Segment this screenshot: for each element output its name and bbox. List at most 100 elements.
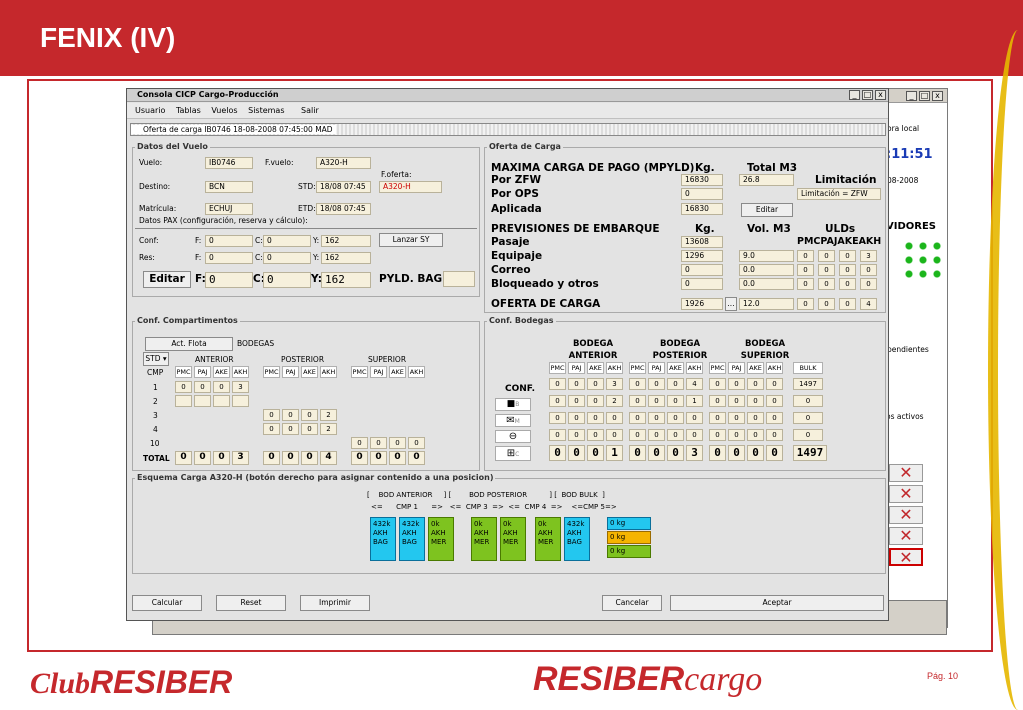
bodega-cell[interactable]: 0 [568,412,585,424]
oferta-detail-button[interactable]: ... [725,297,737,311]
res-f-field[interactable]: 0 [205,252,253,264]
bodega-cell[interactable]: 0 [728,395,745,407]
bodega-cell[interactable]: 0 [747,378,764,390]
bodega-cell[interactable]: 0 [549,412,566,424]
lanzar-sy-button[interactable]: Lanzar SY [379,233,443,247]
bodega-cell[interactable]: 0 [587,395,604,407]
fvuelo-field[interactable]: A320-H [316,157,371,169]
load-position[interactable]: 0k AKH MER [535,517,561,561]
bodega-cell[interactable]: 0 [648,412,665,424]
conf-f-field[interactable]: 0 [205,235,253,247]
act-flota-button[interactable]: Act. Flota [145,337,233,351]
aceptar-button[interactable]: Aceptar [670,595,884,611]
std-select[interactable]: STD ▾ [143,352,169,366]
bodega-cell[interactable]: 0 [667,395,684,407]
load-position[interactable]: 432k AKH BAG [370,517,396,561]
bodega-cell[interactable]: 0 [728,412,745,424]
bodega-cell[interactable]: 0 [629,429,646,441]
maximize-icon[interactable]: □ [919,91,930,101]
menu-salir[interactable]: Salir [301,103,319,119]
bodega-cell[interactable]: 0 [686,412,703,424]
bodega-cell[interactable]: 0 [747,429,764,441]
bodega-cell[interactable]: 1497 [793,378,823,390]
bodega-cell[interactable]: 0 [667,412,684,424]
tab-oferta[interactable]: Oferta de carga IB0746 18-08-2008 07:45:… [130,123,886,136]
bodega-cell[interactable]: 0 [587,378,604,390]
editar-carga-button[interactable]: Editar [741,203,793,217]
destino-field[interactable]: BCN [205,181,253,193]
menu-sistemas[interactable]: Sistemas [248,103,284,119]
bodega-cell[interactable]: 0 [648,395,665,407]
res-c-field[interactable]: 0 [263,252,311,264]
minimize-icon[interactable]: _ [849,90,860,100]
bodega-cell[interactable]: 0 [766,378,783,390]
bodega-cell[interactable]: 0 [793,412,823,424]
delete-icon[interactable]: ✕ [889,464,923,482]
bodega-cell[interactable]: 0 [709,378,726,390]
delete-icon[interactable]: ✕ [889,527,923,545]
matricula-field[interactable]: ECHUJ [205,203,253,215]
etd-field[interactable]: 18/08 07:45 [316,203,371,215]
minimize-icon[interactable]: _ [906,91,917,101]
close-icon[interactable]: x [932,91,943,101]
bulk-slot-3[interactable]: 0 kg [607,545,651,558]
bodega-cell[interactable]: 0 [629,412,646,424]
load-position[interactable]: 0k AKH MER [471,517,497,561]
bodega-cell[interactable]: 1 [686,395,703,407]
menu-usuario[interactable]: Usuario [135,103,165,119]
bodega-cell[interactable]: 0 [709,429,726,441]
bodega-cell[interactable]: 0 [667,429,684,441]
delete-icon[interactable]: ✕ [889,548,923,566]
load-position[interactable]: 0k AKH MER [428,517,454,561]
bodega-cell[interactable]: 0 [606,429,623,441]
bodega-cell[interactable]: 3 [606,378,623,390]
bodega-cell[interactable]: 0 [747,412,764,424]
foferta-field[interactable]: A320-H [379,181,442,193]
bodega-cell[interactable]: 0 [629,395,646,407]
bodega-cell[interactable]: 0 [793,429,823,441]
bodega-cell[interactable]: 0 [793,395,823,407]
cancelar-button[interactable]: Cancelar [602,595,662,611]
vuelo-field[interactable]: IB0746 [205,157,253,169]
bodega-cell[interactable]: 0 [747,395,764,407]
imprimir-button[interactable]: Imprimir [300,595,370,611]
conf-y-field[interactable]: 162 [321,235,371,247]
bodega-cell[interactable]: 0 [648,378,665,390]
bodega-cell[interactable]: 0 [728,429,745,441]
menu-vuelos[interactable]: Vuelos [211,103,237,119]
calcular-button[interactable]: Calcular [132,595,202,611]
pyld-bag-field[interactable] [443,271,475,287]
bodega-cell[interactable]: 0 [667,378,684,390]
bodega-cell[interactable]: 0 [568,378,585,390]
bodega-cell[interactable]: 0 [587,412,604,424]
bodega-cell[interactable]: 2 [606,395,623,407]
bodega-cell[interactable]: 0 [549,378,566,390]
menu-tablas[interactable]: Tablas [176,103,201,119]
delete-icon[interactable]: ✕ [889,485,923,503]
bodega-cell[interactable]: 0 [766,395,783,407]
reset-button[interactable]: Reset [216,595,286,611]
bodega-cell[interactable]: 4 [686,378,703,390]
load-position[interactable]: 432k AKH BAG [399,517,425,561]
bulk-slot-2[interactable]: 0 kg [607,531,651,544]
bodega-cell[interactable]: 0 [709,412,726,424]
bodega-cell[interactable]: 0 [549,429,566,441]
bodega-cell[interactable]: 0 [766,412,783,424]
res-y-field[interactable]: 162 [321,252,371,264]
bodega-cell[interactable]: 0 [728,378,745,390]
delete-icon[interactable]: ✕ [889,506,923,524]
maximize-icon[interactable]: □ [862,90,873,100]
bodega-cell[interactable]: 0 [568,429,585,441]
bodega-cell[interactable]: 0 [648,429,665,441]
bodega-cell[interactable]: 0 [587,429,604,441]
bodega-cell[interactable]: 0 [568,395,585,407]
load-position[interactable]: 0k AKH MER [500,517,526,561]
bulk-slot-1[interactable]: 0 kg [607,517,651,530]
bodega-cell[interactable]: 0 [629,378,646,390]
bodega-cell[interactable]: 0 [766,429,783,441]
bodega-cell[interactable]: 0 [709,395,726,407]
bodega-cell[interactable]: 0 [606,412,623,424]
editar-pax-button[interactable]: Editar [143,271,191,288]
close-icon[interactable]: x [875,90,886,100]
bodega-cell[interactable]: 0 [686,429,703,441]
